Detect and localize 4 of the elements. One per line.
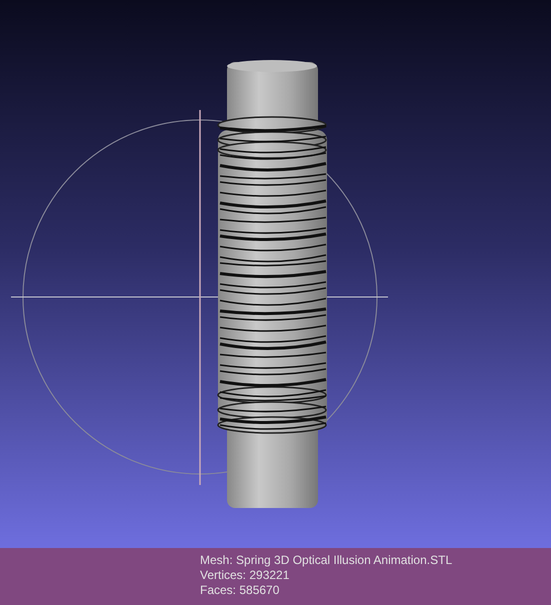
info-text: Mesh: Spring 3D Optical Illusion Animation.STL [200, 553, 454, 568]
info-text: Vertices: 293221 [200, 568, 290, 583]
info-text: Faces: 585670 [200, 583, 280, 598]
viewport-background[interactable] [0, 0, 551, 548]
